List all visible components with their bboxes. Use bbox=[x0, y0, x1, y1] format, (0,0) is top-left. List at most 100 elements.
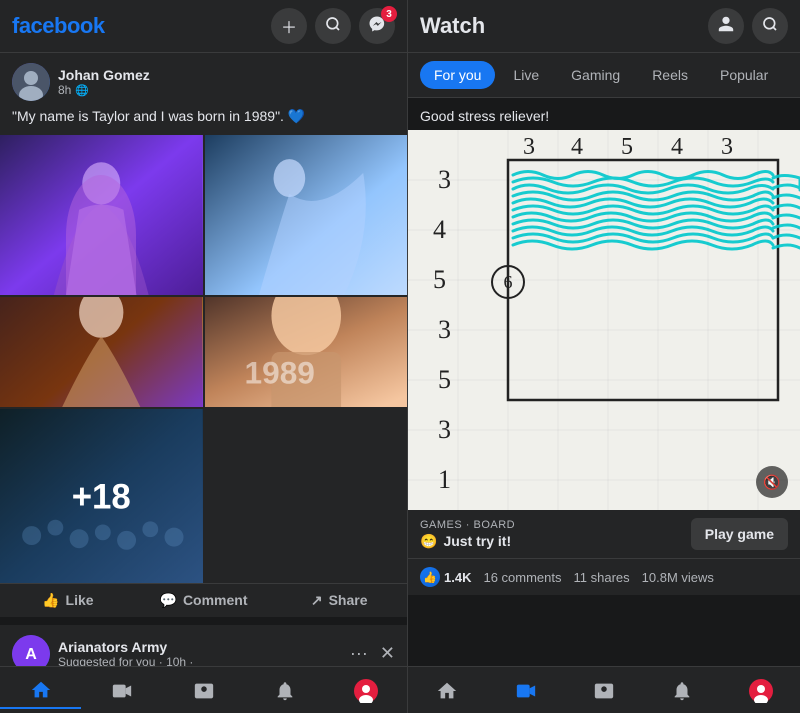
share-icon: ↗ bbox=[311, 592, 323, 609]
left-header: facebook ＋ bbox=[0, 0, 407, 53]
nav-marketplace[interactable] bbox=[163, 673, 244, 709]
stress-label: Good stress reliever! bbox=[408, 98, 800, 130]
svg-text:3: 3 bbox=[438, 315, 451, 344]
photo-3 bbox=[0, 297, 203, 407]
svg-text:+18: +18 bbox=[72, 477, 131, 516]
messenger-badge: 3 bbox=[381, 6, 397, 22]
views-count: 10.8M views bbox=[642, 570, 714, 585]
search-icon bbox=[325, 16, 341, 37]
svg-text:3: 3 bbox=[438, 415, 451, 444]
likes-count: 👍 1.4K bbox=[420, 567, 471, 587]
watch-tabs: For you Live Gaming Reels Popular bbox=[408, 53, 800, 98]
mute-icon: 🔇 bbox=[763, 474, 780, 491]
watch-nav-profile[interactable] bbox=[722, 673, 800, 709]
watch-header: Watch bbox=[408, 0, 800, 53]
watch-bottom-nav bbox=[408, 666, 800, 713]
nav-home[interactable] bbox=[0, 673, 81, 709]
post1-author: Johan Gomez bbox=[58, 67, 395, 83]
comment-button[interactable]: 💬 Comment bbox=[136, 584, 272, 617]
svg-text:5: 5 bbox=[621, 134, 633, 160]
comment-icon: 💬 bbox=[160, 592, 177, 609]
svg-text:5: 5 bbox=[438, 365, 451, 394]
watch-search-button[interactable] bbox=[752, 8, 788, 44]
post2-header: A Arianators Army Suggested for you · 10… bbox=[0, 625, 407, 666]
more-options-button[interactable]: ··· bbox=[346, 643, 372, 664]
svg-text:4: 4 bbox=[571, 134, 583, 160]
svg-text:1989: 1989 bbox=[244, 354, 314, 390]
video-footer-left: GAMES · BOARD 😁 Just try it! bbox=[420, 519, 515, 550]
photo-4: 1989 bbox=[205, 297, 408, 407]
nav-profile[interactable] bbox=[326, 673, 407, 709]
post2-avatar: A bbox=[12, 635, 50, 666]
watch-content: Good stress reliever! bbox=[408, 98, 800, 666]
tab-popular[interactable]: Popular bbox=[706, 61, 782, 89]
like-icon: 👍 bbox=[42, 592, 59, 609]
svg-text:5: 5 bbox=[433, 265, 446, 294]
left-panel: facebook ＋ bbox=[0, 0, 408, 713]
watch-nav-notifications[interactable] bbox=[643, 673, 721, 709]
post1-text: "My name is Taylor and I was born in 198… bbox=[0, 107, 407, 135]
header-icons: ＋ 3 bbox=[271, 8, 395, 44]
share-button[interactable]: ↗ Share bbox=[271, 584, 407, 617]
messenger-button[interactable]: 3 bbox=[359, 8, 395, 44]
post-card-2: A Arianators Army Suggested for you · 10… bbox=[0, 625, 407, 666]
add-icon: ＋ bbox=[281, 14, 297, 38]
tab-gaming[interactable]: Gaming bbox=[557, 61, 634, 89]
left-bottom-nav bbox=[0, 666, 407, 713]
add-button[interactable]: ＋ bbox=[271, 8, 307, 44]
tab-live[interactable]: Live bbox=[499, 61, 553, 89]
comments-count: 16 comments bbox=[483, 570, 561, 585]
mute-button[interactable]: 🔇 bbox=[756, 466, 788, 498]
svg-text:3: 3 bbox=[523, 134, 535, 160]
profile-icon bbox=[717, 15, 735, 38]
watch-profile-button[interactable] bbox=[708, 8, 744, 44]
right-panel: Watch F bbox=[408, 0, 800, 713]
comment-label: Comment bbox=[183, 592, 248, 608]
search-button[interactable] bbox=[315, 8, 351, 44]
svg-text:4: 4 bbox=[671, 134, 683, 160]
privacy-icon: 🌐 bbox=[75, 84, 89, 97]
post1-time: 8h 🌐 bbox=[58, 83, 395, 97]
video-title-emoji: 😁 bbox=[420, 533, 437, 550]
svg-text:3: 3 bbox=[721, 134, 733, 160]
feed-content: Johan Gomez 8h 🌐 "My name is Taylor and … bbox=[0, 53, 407, 666]
post-card-1: Johan Gomez 8h 🌐 "My name is Taylor and … bbox=[0, 53, 407, 617]
video-title: Just try it! bbox=[443, 533, 511, 549]
nav-notifications[interactable] bbox=[244, 673, 325, 709]
watch-header-icons bbox=[708, 8, 788, 44]
post1-header: Johan Gomez 8h 🌐 bbox=[0, 53, 407, 107]
photo-2 bbox=[205, 135, 408, 295]
watch-nav-friends[interactable] bbox=[565, 673, 643, 709]
app-container: facebook ＋ bbox=[0, 0, 800, 713]
grid-paper: 3 4 5 3 3 4 5 4 3 5 3 1 bbox=[408, 130, 800, 510]
post2-suggested: Suggested for you · 10h · bbox=[58, 655, 338, 666]
watch-nav-video[interactable] bbox=[486, 673, 564, 709]
tab-reels[interactable]: Reels bbox=[638, 61, 702, 89]
video-footer: GAMES · BOARD 😁 Just try it! Play game bbox=[408, 510, 800, 558]
video-category: GAMES · BOARD bbox=[420, 519, 515, 531]
video-container[interactable]: 3 4 5 3 3 4 5 4 3 5 3 1 bbox=[408, 130, 800, 510]
like-button[interactable]: 👍 Like bbox=[0, 584, 136, 617]
facebook-logo: facebook bbox=[12, 13, 105, 39]
post1-actions: 👍 Like 💬 Comment ↗ Share bbox=[0, 583, 407, 617]
nav-video[interactable] bbox=[81, 673, 162, 709]
svg-text:3: 3 bbox=[438, 165, 451, 194]
post1-avatar bbox=[12, 63, 50, 101]
play-game-button[interactable]: Play game bbox=[691, 518, 788, 550]
tab-for-you[interactable]: For you bbox=[420, 61, 495, 89]
photo-grid: 1989 bbox=[0, 135, 407, 583]
video-stats: 👍 1.4K 16 comments 11 shares 10.8M views bbox=[408, 558, 800, 595]
close-post-button[interactable]: ✕ bbox=[380, 643, 395, 664]
svg-text:4: 4 bbox=[433, 215, 446, 244]
watch-nav-home[interactable] bbox=[408, 673, 486, 709]
post2-header-right: ··· ✕ bbox=[346, 643, 395, 664]
post2-meta: Arianators Army Suggested for you · 10h … bbox=[58, 639, 338, 666]
svg-text:6: 6 bbox=[504, 272, 513, 292]
photo-1 bbox=[0, 135, 203, 295]
like-label: Like bbox=[66, 592, 94, 608]
post2-author: Arianators Army bbox=[58, 639, 338, 655]
shares-count: 11 shares bbox=[574, 570, 630, 585]
video-desc: 😁 Just try it! bbox=[420, 533, 515, 550]
search-icon-watch bbox=[762, 16, 778, 37]
share-label: Share bbox=[329, 592, 368, 608]
